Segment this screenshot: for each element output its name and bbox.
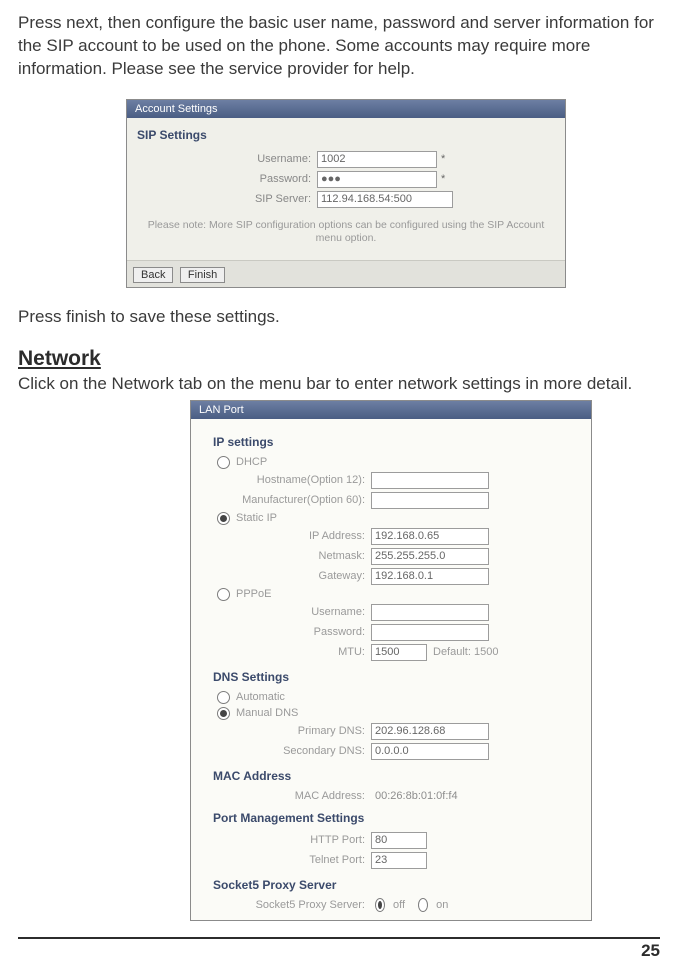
dhcp-radio[interactable] bbox=[217, 456, 230, 469]
sip-server-label: SIP Server: bbox=[133, 193, 317, 205]
after-shot1-paragraph: Press finish to save these settings. bbox=[18, 306, 660, 329]
username-label: Username: bbox=[133, 153, 317, 165]
proxy-on-radio[interactable] bbox=[418, 898, 428, 912]
mac-address-label: MAC Address: bbox=[213, 790, 371, 802]
pppoe-user-input[interactable] bbox=[371, 604, 489, 621]
pppoe-label: PPPoE bbox=[236, 588, 271, 600]
manufacturer-input[interactable] bbox=[371, 492, 489, 509]
hostname-input[interactable] bbox=[371, 472, 489, 489]
primary-dns-input[interactable]: 202.96.128.68 bbox=[371, 723, 489, 740]
network-heading: Network bbox=[18, 347, 660, 371]
lan-port-window: LAN Port IP settings DHCP Hostname(Optio… bbox=[190, 400, 592, 921]
dns-manual-label: Manual DNS bbox=[236, 707, 298, 719]
back-button[interactable]: Back bbox=[133, 267, 173, 283]
lan-port-titlebar: LAN Port bbox=[191, 401, 591, 419]
secondary-dns-label: Secondary DNS: bbox=[213, 745, 371, 757]
telnet-port-label: Telnet Port: bbox=[213, 854, 371, 866]
http-port-input[interactable]: 80 bbox=[371, 832, 427, 849]
pppoe-pass-input[interactable] bbox=[371, 624, 489, 641]
required-star: * bbox=[437, 153, 445, 165]
sip-server-input[interactable]: 112.94.168.54:500 bbox=[317, 191, 453, 208]
dns-auto-radio[interactable] bbox=[217, 691, 230, 704]
password-label: Password: bbox=[133, 173, 317, 185]
http-port-label: HTTP Port: bbox=[213, 834, 371, 846]
sip-settings-heading: SIP Settings bbox=[133, 126, 559, 148]
dns-settings-heading: DNS Settings bbox=[213, 664, 581, 688]
proxy-off-label: off bbox=[391, 899, 411, 911]
secondary-dns-input[interactable]: 0.0.0.0 bbox=[371, 743, 489, 760]
port-management-heading: Port Management Settings bbox=[213, 805, 581, 829]
gateway-label: Gateway: bbox=[213, 570, 371, 582]
mtu-default: Default: 1500 bbox=[427, 646, 498, 658]
account-settings-titlebar: Account Settings bbox=[127, 100, 565, 118]
ip-settings-heading: IP settings bbox=[213, 429, 581, 453]
telnet-port-input[interactable]: 23 bbox=[371, 852, 427, 869]
required-star: * bbox=[437, 173, 445, 185]
wizard-button-bar: Back Finish bbox=[127, 260, 565, 287]
pppoe-radio[interactable] bbox=[217, 588, 230, 601]
mtu-input[interactable]: 1500 bbox=[371, 644, 427, 661]
dns-auto-label: Automatic bbox=[236, 691, 285, 703]
intro-paragraph: Press next, then configure the basic use… bbox=[18, 12, 660, 81]
proxy-heading: Socket5 Proxy Server bbox=[213, 872, 581, 896]
dhcp-label: DHCP bbox=[236, 456, 267, 468]
proxy-off-radio[interactable] bbox=[375, 898, 385, 912]
proxy-on-label: on bbox=[434, 899, 454, 911]
static-ip-radio[interactable] bbox=[217, 512, 230, 525]
pppoe-pass-label: Password: bbox=[213, 626, 371, 638]
ip-address-input[interactable]: 192.168.0.65 bbox=[371, 528, 489, 545]
netmask-label: Netmask: bbox=[213, 550, 371, 562]
pppoe-user-label: Username: bbox=[213, 606, 371, 618]
network-paragraph: Click on the Network tab on the menu bar… bbox=[18, 373, 660, 396]
netmask-input[interactable]: 255.255.255.0 bbox=[371, 548, 489, 565]
ip-address-label: IP Address: bbox=[213, 530, 371, 542]
gateway-input[interactable]: 192.168.0.1 bbox=[371, 568, 489, 585]
account-settings-window: Account Settings SIP Settings Username: … bbox=[126, 99, 566, 288]
password-input[interactable]: ●●● bbox=[317, 171, 437, 188]
mac-address-value: 00:26:8b:01:0f:f4 bbox=[371, 790, 458, 802]
username-input[interactable]: 1002 bbox=[317, 151, 437, 168]
finish-button[interactable]: Finish bbox=[180, 267, 225, 283]
manufacturer-label: Manufacturer(Option 60): bbox=[213, 494, 371, 506]
sip-note: Please note: More SIP configuration opti… bbox=[133, 211, 559, 254]
static-ip-label: Static IP bbox=[236, 512, 277, 524]
mac-address-heading: MAC Address bbox=[213, 763, 581, 787]
page-number: 25 bbox=[0, 939, 678, 969]
mtu-label: MTU: bbox=[213, 646, 371, 658]
hostname-label: Hostname(Option 12): bbox=[213, 474, 371, 486]
primary-dns-label: Primary DNS: bbox=[213, 725, 371, 737]
proxy-label: Socket5 Proxy Server: bbox=[213, 899, 371, 911]
dns-manual-radio[interactable] bbox=[217, 707, 230, 720]
